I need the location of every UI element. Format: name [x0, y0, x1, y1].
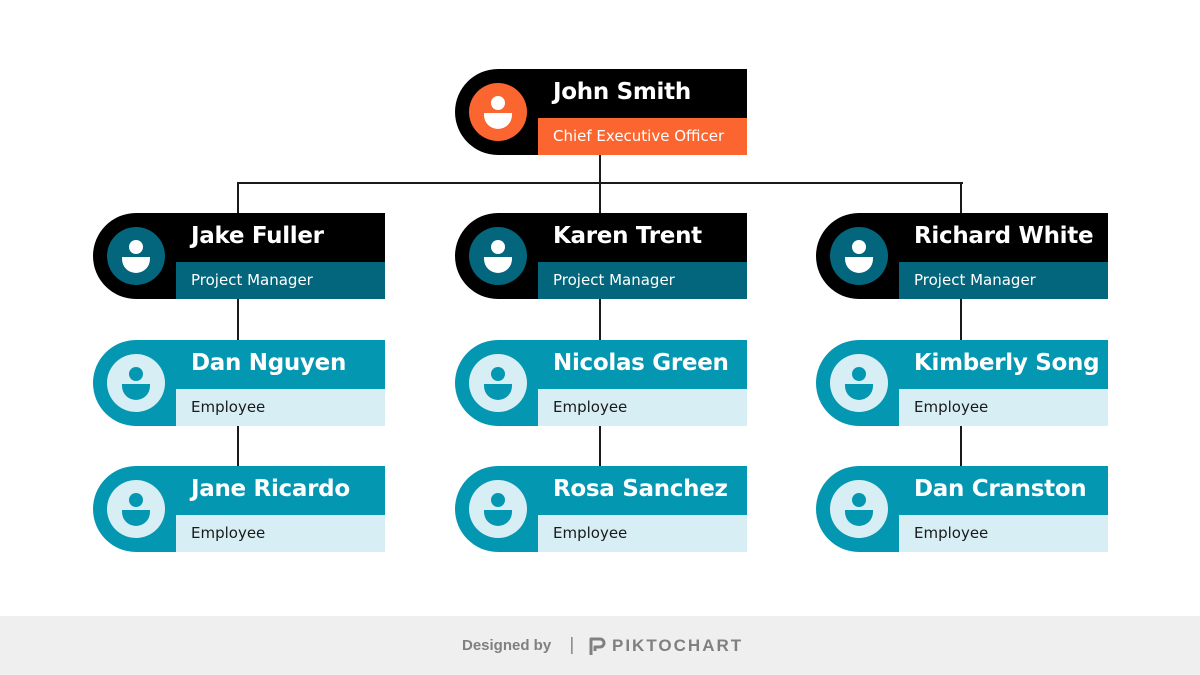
person-name: Kimberly Song [914, 350, 1100, 376]
designed-by-label: Designed by [462, 637, 552, 654]
user-icon [845, 493, 873, 526]
employee-card: Dan Cranston Employee [816, 466, 1108, 552]
piktochart-brand: PIKTOCHART [612, 636, 744, 655]
person-role: Employee [553, 398, 628, 416]
employee-card: Rosa Sanchez Employee [455, 466, 747, 552]
avatar [830, 480, 888, 538]
person-name: John Smith [553, 79, 691, 105]
connector-col3-b [960, 426, 962, 466]
user-icon [122, 493, 150, 526]
user-icon [484, 493, 512, 526]
avatar [830, 227, 888, 285]
person-role: Employee [914, 524, 989, 542]
employee-card: Kimberly Song Employee [816, 340, 1108, 426]
person-name: Karen Trent [553, 223, 702, 249]
connector-col3-a [960, 299, 962, 340]
avatar [830, 354, 888, 412]
connector-col2-a [599, 299, 601, 340]
person-name: Dan Cranston [914, 476, 1087, 502]
connector-col3-down [960, 182, 962, 213]
user-icon [845, 240, 873, 273]
manager-card: Karen Trent Project Manager [455, 213, 747, 299]
employee-card: Jane Ricardo Employee [93, 466, 385, 552]
user-icon [484, 367, 512, 400]
person-name: Jake Fuller [191, 223, 324, 249]
connector-col1-a [237, 299, 239, 340]
person-role: Employee [553, 524, 628, 542]
person-name: Nicolas Green [553, 350, 729, 376]
person-role: Project Manager [553, 271, 675, 289]
employee-card: Nicolas Green Employee [455, 340, 747, 426]
person-name: Dan Nguyen [191, 350, 347, 376]
connector-col1-b [237, 426, 239, 466]
footer: Designed by | PIKTOCHART [0, 616, 1200, 675]
avatar [469, 480, 527, 538]
connector-col1-down [237, 182, 239, 213]
person-role: Employee [191, 524, 266, 542]
person-name: Richard White [914, 223, 1094, 249]
user-icon [122, 367, 150, 400]
piktochart-logo-icon [588, 636, 606, 660]
connector-col2-b [599, 426, 601, 466]
person-name: Jane Ricardo [191, 476, 350, 502]
person-role: Chief Executive Officer [553, 127, 725, 145]
person-role: Project Manager [914, 271, 1036, 289]
avatar [107, 354, 165, 412]
manager-card: Richard White Project Manager [816, 213, 1108, 299]
person-name: Rosa Sanchez [553, 476, 728, 502]
avatar [469, 227, 527, 285]
employee-card: Dan Nguyen Employee [93, 340, 385, 426]
person-role: Employee [914, 398, 989, 416]
avatar [107, 480, 165, 538]
ceo-card: John Smith Chief Executive Officer [455, 69, 747, 155]
person-role: Project Manager [191, 271, 313, 289]
person-role: Employee [191, 398, 266, 416]
avatar [469, 354, 527, 412]
user-icon [122, 240, 150, 273]
connector-ceo-down [599, 155, 601, 184]
avatar [469, 83, 527, 141]
user-icon [484, 96, 512, 129]
footer-separator: | [569, 635, 575, 655]
user-icon [845, 367, 873, 400]
avatar [107, 227, 165, 285]
manager-card: Jake Fuller Project Manager [93, 213, 385, 299]
user-icon [484, 240, 512, 273]
connector-col2-down [599, 182, 601, 213]
